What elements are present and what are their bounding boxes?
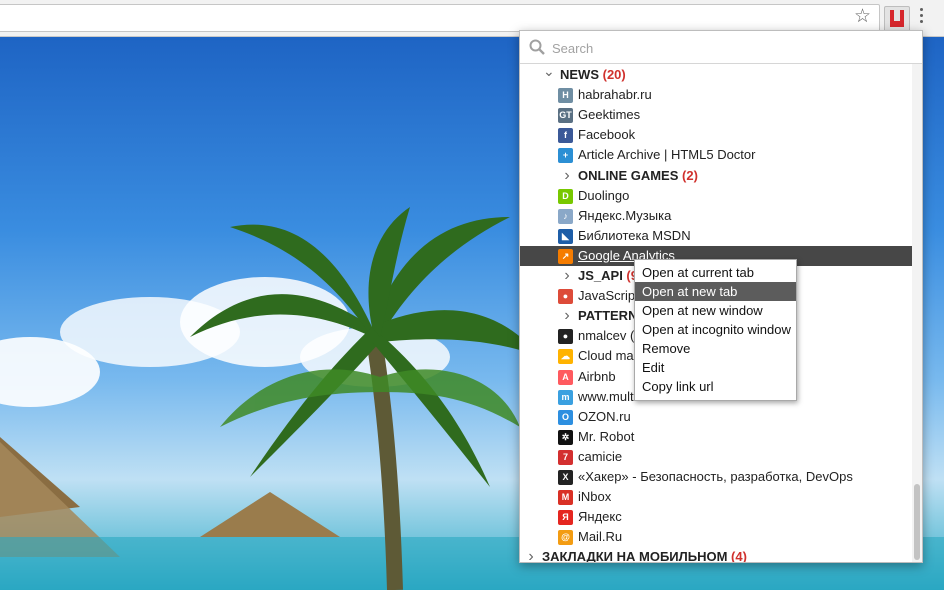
geektimes-icon: GT: [558, 108, 573, 124]
yandex-icon: Я: [558, 510, 573, 526]
folder-name: PATTERN: [578, 308, 638, 324]
folder-name: ONLINE GAMES: [578, 167, 679, 183]
folder-name: JS_API: [578, 268, 623, 283]
bookmark-item[interactable]: X «Хакер» - Безопасность, разработка, Dev…: [520, 467, 912, 487]
search-bar: [520, 31, 922, 64]
scrollbar[interactable]: [912, 64, 922, 562]
bookmark-label: OZON.ru: [578, 408, 631, 424]
context-menu-item[interactable]: Edit: [635, 358, 796, 377]
gmail-icon: M: [558, 490, 573, 506]
ozon-icon: O: [558, 409, 573, 425]
bookmark-label: iNbox: [578, 489, 612, 505]
bookmark-label: Cloud ma: [578, 348, 634, 364]
folder-label: ONLINE GAMES (2): [578, 166, 698, 186]
chrome-icon: ●: [558, 289, 573, 305]
context-menu-item-label: Open at current tab: [642, 265, 755, 280]
bookmark-item[interactable]: + Article Archive | HTML5 Doctor: [520, 145, 912, 165]
context-menu-item-label: Open at new window: [642, 303, 763, 318]
bookmark-folder[interactable]: › ONLINE GAMES (2): [520, 166, 912, 186]
context-menu-item-label: Edit: [642, 360, 665, 375]
bookmark-label: Airbnb: [578, 368, 616, 384]
browser-menu-icon[interactable]: [919, 8, 925, 26]
folder-label: PATTERN: [578, 306, 637, 326]
chevron-down-icon[interactable]: ⌄: [543, 64, 555, 85]
bookmark-star-icon[interactable]: ☆: [854, 6, 871, 28]
bookmark-label: Geektimes: [578, 107, 641, 123]
context-menu-item-label: Open at new tab: [642, 284, 738, 299]
context-menu-item-label: Copy link url: [642, 379, 714, 394]
bookmark-folder[interactable]: › ЗАКЛАДКИ НА МОБИЛЬНОМ (4): [520, 547, 912, 563]
context-menu-item-label: Remove: [642, 341, 691, 356]
context-menu-item[interactable]: Open at new window: [635, 301, 796, 320]
folder-name: NEWS: [560, 67, 599, 82]
duolingo-icon: D: [558, 188, 573, 204]
cloud-icon: ☁: [558, 349, 573, 365]
bookmark-label: Article Archive | HTML5 Doctor: [578, 147, 756, 163]
folder-label: JS_API (9: [578, 266, 638, 286]
airbnb-icon: A: [558, 369, 573, 385]
bookmark-label: Duolingo: [578, 187, 630, 203]
bookmarks-extension-button[interactable]: [884, 6, 910, 32]
bookmark-label: Яндекс: [578, 509, 622, 525]
chevron-right-icon[interactable]: ›: [562, 266, 572, 286]
context-menu-item[interactable]: Open at incognito window: [635, 320, 796, 339]
github-icon: ●: [558, 329, 573, 345]
msdn-icon: ◣: [558, 228, 573, 244]
bookmark-item[interactable]: ◣ Библиотека MSDN: [520, 226, 912, 246]
bookmark-label: Facebook: [578, 127, 636, 143]
folder-count: (4): [727, 549, 747, 563]
bookmark-folder[interactable]: ⌄ NEWS (20): [520, 64, 912, 85]
mailru-icon: @: [558, 530, 573, 546]
context-menu-item[interactable]: Open at new tab: [635, 282, 796, 301]
bookmark-item[interactable]: GT Geektimes: [520, 105, 912, 125]
bookmark-item[interactable]: @ Mail.Ru: [520, 527, 912, 547]
bookmark-item[interactable]: Я Яндекс: [520, 507, 912, 527]
bookmark-item[interactable]: 7 camicie: [520, 447, 912, 467]
bookmark-label: «Хакер» - Безопасность, разработка, DevO…: [578, 469, 853, 484]
bookmark-label: Библиотека MSDN: [578, 227, 691, 243]
scrollbar-thumb[interactable]: [914, 484, 920, 560]
bookmark-item[interactable]: O OZON.ru: [520, 407, 912, 427]
address-bar[interactable]: [0, 4, 880, 32]
chevron-right-icon[interactable]: ›: [526, 547, 536, 562]
habr-icon: H: [558, 88, 573, 104]
bookmark-item[interactable]: ✲ Mr. Robot: [520, 427, 912, 447]
bookmark-label: Яндекс.Музыка: [578, 207, 672, 223]
xakep-icon: X: [558, 470, 573, 485]
search-input[interactable]: [550, 38, 914, 58]
bookmark-item[interactable]: Hhabrahabr.ru: [520, 85, 912, 105]
bookmark-label: nmalcev (: [578, 328, 635, 344]
bookmark-item[interactable]: ♪ Яндекс.Музыка: [520, 206, 912, 226]
bookmark-label: Mail.Ru: [578, 529, 623, 545]
multitran-icon: m: [558, 389, 573, 405]
extension-logo-icon: [890, 10, 904, 27]
bookmark-label: Mr. Robot: [578, 428, 635, 444]
google-analytics-icon: ↗: [558, 248, 573, 264]
folder-label: NEWS (20): [560, 65, 626, 85]
bookmark-item[interactable]: f Facebook: [520, 125, 912, 145]
bookmark-item[interactable]: MiNbox: [520, 487, 912, 507]
context-menu: Open at current tab Open at new tab Open a…: [634, 259, 797, 401]
chevron-right-icon[interactable]: ›: [562, 166, 572, 186]
bookmark-label: JavaScrip: [578, 288, 636, 304]
bookmark-label: camicie: [578, 448, 623, 464]
camicie-icon: 7: [558, 449, 573, 465]
bookmark-label: habrahabr.ru: [578, 87, 652, 103]
context-menu-item-label: Open at incognito window: [642, 322, 791, 337]
facebook-icon: f: [558, 128, 573, 144]
context-menu-item[interactable]: Remove: [635, 339, 796, 358]
mr-robot-icon: ✲: [558, 429, 573, 445]
search-icon: [529, 39, 545, 55]
yandex-music-icon: ♪: [558, 208, 573, 224]
folder-label: ЗАКЛАДКИ НА МОБИЛЬНОМ (4): [542, 547, 747, 563]
folder-count: (2): [678, 167, 698, 183]
chevron-right-icon[interactable]: ›: [562, 306, 572, 326]
folder-name: ЗАКЛАДКИ НА МОБИЛЬНОМ: [542, 549, 728, 563]
context-menu-item[interactable]: Open at current tab: [635, 263, 796, 282]
html5doctor-icon: +: [558, 148, 573, 164]
folder-count: (20): [599, 67, 626, 82]
bookmark-item[interactable]: D Duolingo: [520, 186, 912, 206]
context-menu-item[interactable]: Copy link url: [635, 377, 796, 396]
